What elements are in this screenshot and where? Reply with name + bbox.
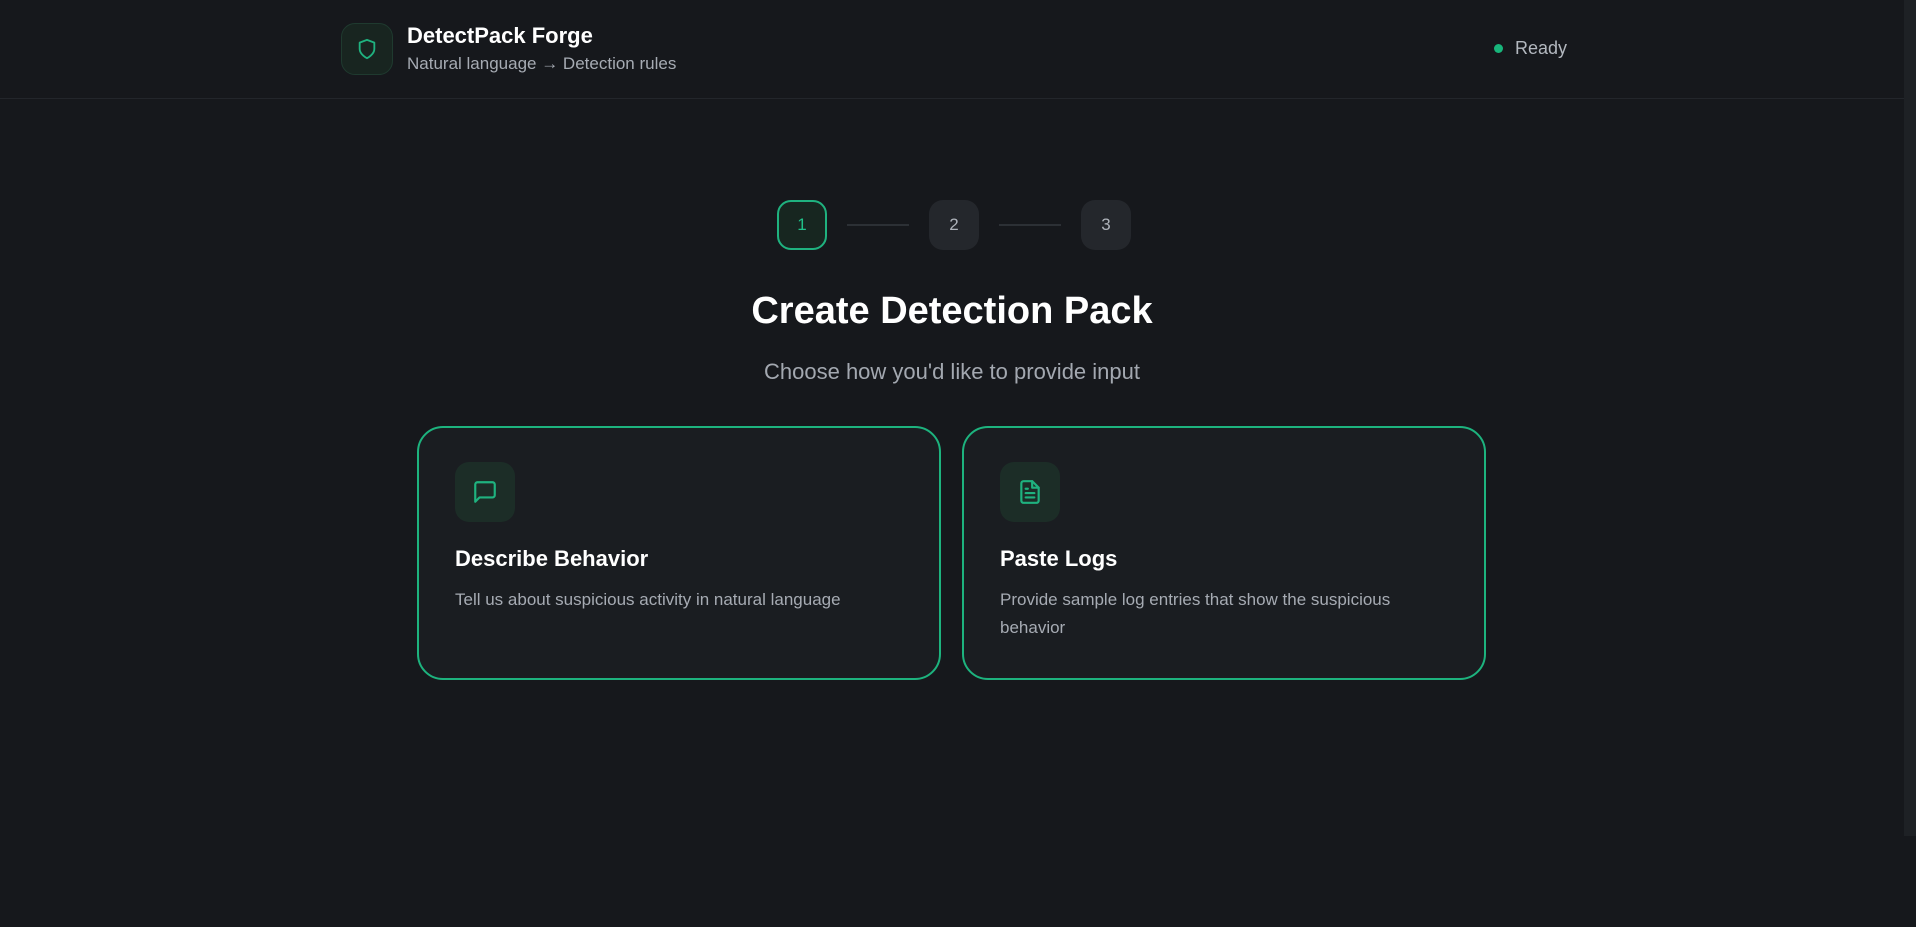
app-title: DetectPack Forge [407,23,593,48]
describe-behavior-card[interactable]: Describe Behavior Tell us about suspicio… [417,426,941,680]
status-text: Ready [1515,38,1568,58]
stepper: 1 2 3 [777,200,1131,250]
status-indicator: Ready [1494,38,1567,59]
page-title: Create Detection Pack [751,290,1153,332]
brand-logo [341,23,393,75]
shield-icon [358,38,376,60]
page-subtitle: Choose how you'd like to provide input [764,359,1140,384]
brand: DetectPack Forge Natural language → Dete… [341,22,676,76]
card-title: Describe Behavior [455,546,649,571]
paste-logs-card[interactable]: Paste Logs Provide sample log entries th… [962,426,1486,680]
app-header: DetectPack Forge Natural language → Dete… [0,0,1916,99]
step-3: 3 [1081,200,1131,250]
app-subtitle: Natural language → Detection rules [407,54,677,73]
card-description: Tell us about suspicious activity in nat… [455,590,841,609]
card-icon-wrapper [1000,462,1060,522]
step-connector [999,224,1061,226]
message-square-icon [474,481,496,503]
card-description: Provide sample log entries that show the… [1000,590,1391,637]
file-text-icon [1020,480,1040,504]
step-1: 1 [777,200,827,250]
card-title: Paste Logs [1000,546,1118,571]
card-icon-wrapper [455,462,515,522]
step-2: 2 [929,200,979,250]
status-dot-icon [1494,44,1503,53]
step-connector [847,224,909,226]
page-scrollbar[interactable] [1904,0,1916,836]
